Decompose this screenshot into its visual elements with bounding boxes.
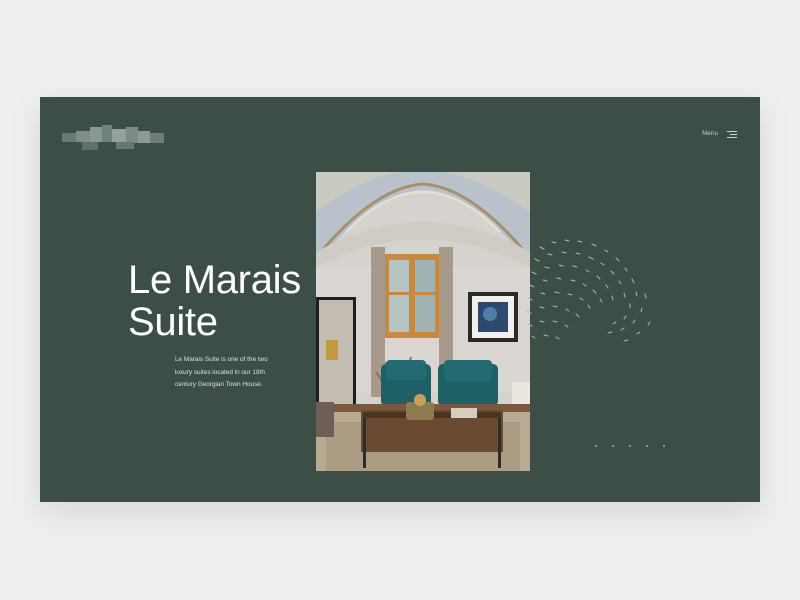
slide-pagination (595, 445, 680, 449)
slide-dot-1[interactable] (595, 445, 597, 447)
slide-dot-2[interactable] (612, 445, 614, 447)
decorative-swirl-pattern (526, 239, 651, 342)
slide-dot-4[interactable] (646, 445, 648, 447)
slide-dot-5[interactable] (663, 445, 665, 447)
title-line-2: Suite (128, 300, 218, 344)
title-line-1: Le Marais (128, 258, 301, 302)
description-line-3: century Georgian Town House. (175, 381, 263, 388)
description-line-1: Le Marais Suite is one of the two (175, 356, 268, 363)
brand-logo[interactable] (62, 121, 172, 155)
hamburger-icon[interactable] (727, 131, 737, 139)
menu-link[interactable]: Menu (702, 131, 718, 137)
hero-panel: Menu Le Marais Suite Le Marais Suite is … (40, 97, 760, 502)
room-illustration (316, 172, 530, 471)
suite-room-photo (316, 172, 530, 471)
description-line-2: luxury suites located in our 18th (175, 368, 265, 376)
slide-dot-3[interactable] (629, 445, 631, 447)
suite-description: Le Marais Suite is one of the two luxury… (175, 354, 305, 392)
page-title: Le Marais Suite (128, 259, 301, 343)
